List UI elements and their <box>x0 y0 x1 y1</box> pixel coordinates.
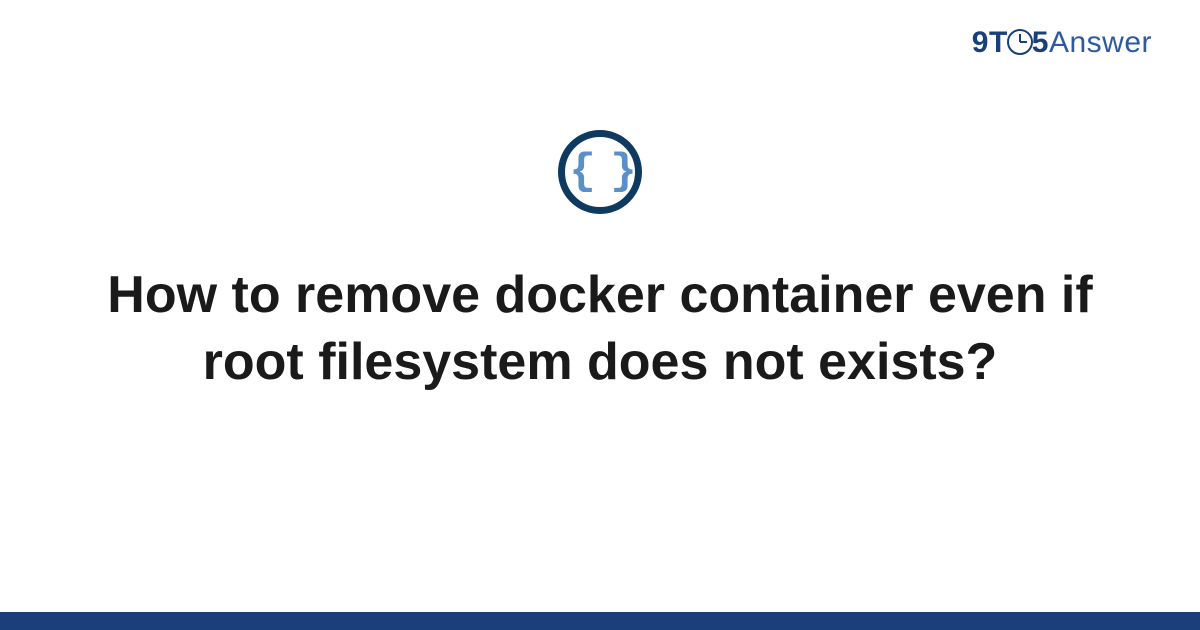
brand-logo: 9T5Answer <box>972 26 1152 60</box>
brand-t: T <box>989 26 1008 59</box>
page-title: How to remove docker container even if r… <box>60 262 1140 395</box>
clock-icon <box>1007 29 1033 55</box>
braces-glyph: { } <box>569 150 630 194</box>
footer-accent-bar <box>0 612 1200 630</box>
brand-nine: 9 <box>972 26 989 59</box>
brand-five: 5 <box>1032 26 1049 59</box>
code-braces-icon: { } <box>558 130 642 214</box>
brand-answer: Answer <box>1049 26 1152 59</box>
